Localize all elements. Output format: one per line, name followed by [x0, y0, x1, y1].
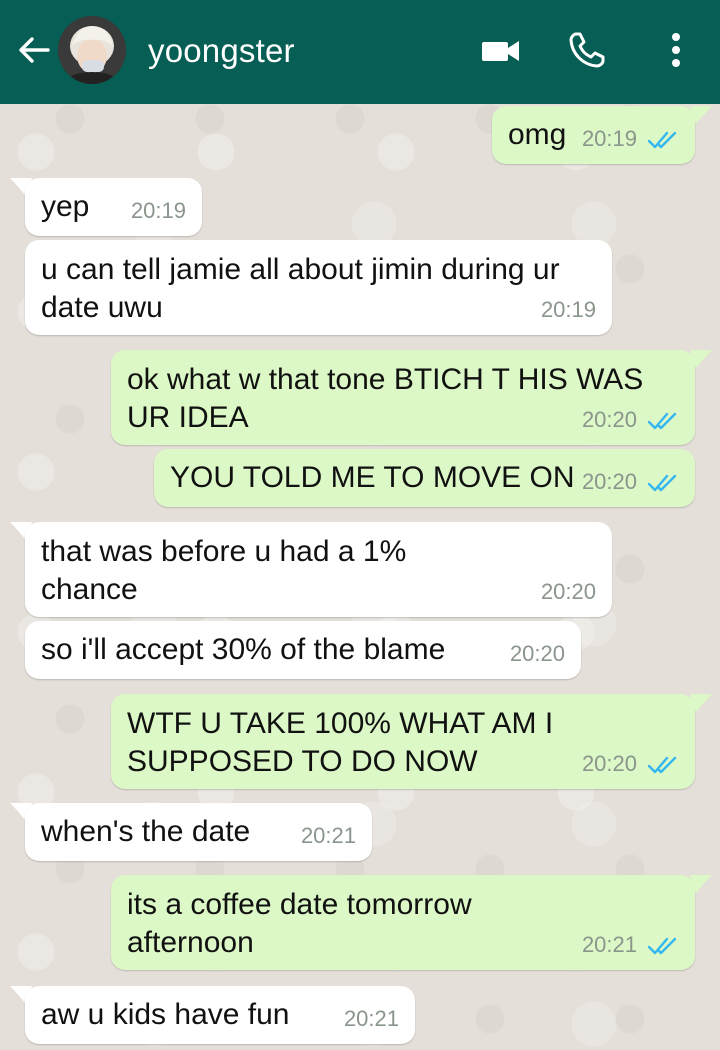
message-incoming[interactable]: yep 20:19 — [25, 178, 202, 236]
message-outgoing[interactable]: WTF U TAKE 100% WHAT AM I SUPPOSED TO DO… — [111, 694, 695, 789]
arrow-left-icon[interactable] — [14, 30, 54, 70]
message-incoming[interactable]: aw u kids have fun 20:21 — [25, 986, 415, 1044]
double-check-icon — [647, 937, 677, 955]
more-vertical-icon[interactable] — [668, 30, 684, 70]
bubble-tail — [690, 694, 712, 712]
double-check-icon — [647, 756, 677, 774]
message-text: aw u kids have fun — [41, 998, 290, 1031]
bubble-tail — [690, 875, 712, 893]
message-text: so i'll accept 30% of the blame — [41, 633, 446, 666]
message-time: 20:21 — [300, 823, 356, 848]
message-outgoing[interactable]: omg 20:19 — [492, 106, 695, 164]
bubble-tail — [690, 106, 712, 124]
message-time: 20:21 — [581, 932, 637, 957]
message-text: when's the date — [41, 815, 251, 848]
message-time: 20:20 — [581, 407, 637, 432]
message-text: u can tell jamie all about jimin during … — [41, 253, 560, 324]
avatar[interactable] — [58, 16, 126, 84]
message-text: omg — [508, 118, 567, 151]
phone-icon[interactable] — [567, 30, 607, 70]
message-time: 20:20 — [581, 469, 637, 494]
chat-app: yoongster omg 20:19 yep 20:19 u can tell… — [0, 0, 720, 1050]
message-text: yep — [41, 190, 90, 223]
message-time: 20:19 — [130, 198, 186, 223]
message-time: 20:21 — [343, 1006, 399, 1031]
message-text: its a coffee date tomorrow afternoon — [127, 888, 472, 959]
double-check-icon — [647, 131, 677, 149]
message-time: 20:19 — [540, 297, 596, 322]
message-incoming[interactable]: u can tell jamie all about jimin during … — [25, 240, 612, 335]
message-time: 20:19 — [581, 126, 637, 151]
message-incoming[interactable]: when's the date 20:21 — [25, 803, 372, 861]
message-list[interactable]: omg 20:19 yep 20:19 u can tell jamie all… — [0, 104, 720, 1050]
chat-header: yoongster — [0, 0, 720, 104]
message-incoming[interactable]: so i'll accept 30% of the blame 20:20 — [25, 621, 581, 679]
message-time: 20:20 — [509, 641, 565, 666]
message-text: that was before u had a 1% chance — [41, 535, 407, 606]
message-time: 20:20 — [581, 751, 637, 776]
video-call-icon[interactable] — [480, 36, 522, 66]
message-text: YOU TOLD ME TO MOVE ON — [170, 461, 575, 494]
message-text: WTF U TAKE 100% WHAT AM I SUPPOSED TO DO… — [127, 707, 554, 778]
bubble-tail — [690, 350, 712, 368]
message-incoming[interactable]: that was before u had a 1% chance 20:20 — [25, 522, 612, 617]
message-outgoing[interactable]: YOU TOLD ME TO MOVE ON 20:20 — [154, 449, 695, 507]
message-outgoing[interactable]: its a coffee date tomorrow afternoon 20:… — [111, 875, 695, 970]
message-text: ok what w that tone BTICH T HIS WAS UR I… — [127, 363, 644, 434]
double-check-icon — [647, 412, 677, 430]
message-time: 20:20 — [540, 579, 596, 604]
message-outgoing[interactable]: ok what w that tone BTICH T HIS WAS UR I… — [111, 350, 695, 445]
contact-name[interactable]: yoongster — [148, 32, 295, 70]
double-check-icon — [647, 474, 677, 492]
